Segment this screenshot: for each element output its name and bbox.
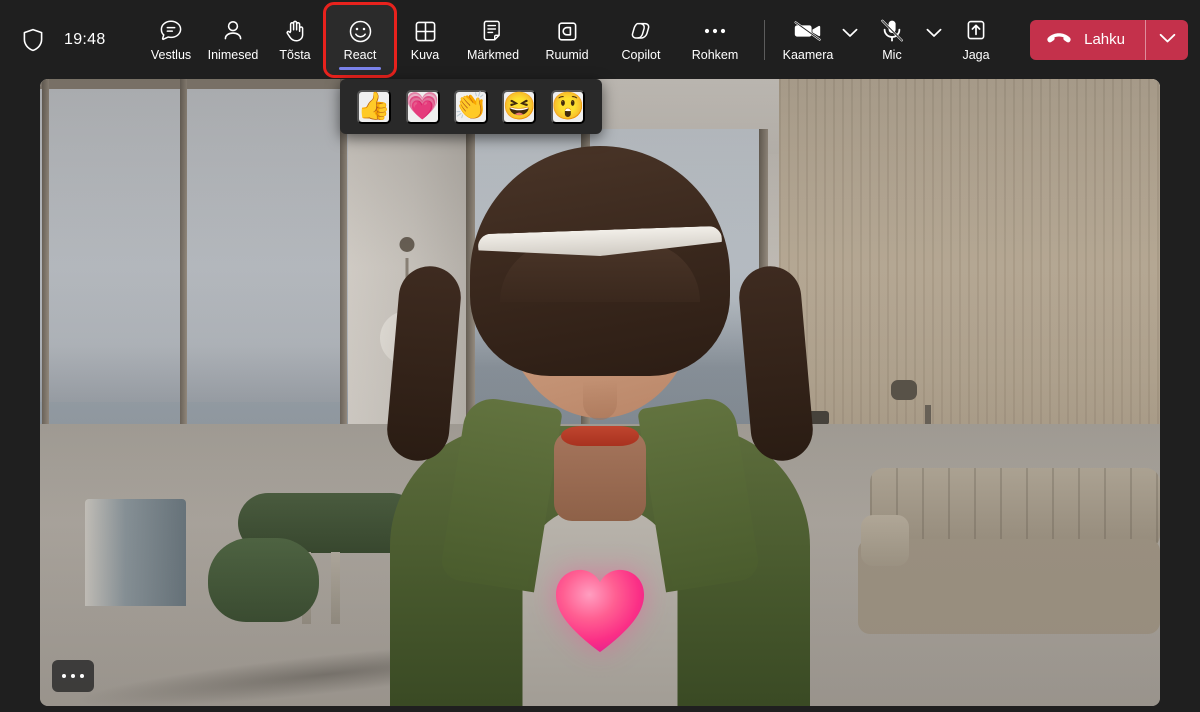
toolbar-button-chat[interactable]: Vestlus xyxy=(140,7,202,73)
toolbar-label-copilot: Copilot xyxy=(622,48,661,62)
chevron-down-icon xyxy=(1159,32,1176,47)
breakout-rooms-icon xyxy=(552,17,582,45)
participant-video-tile[interactable] xyxy=(40,79,1160,706)
leave-meeting-button[interactable]: Lahku xyxy=(1030,20,1145,60)
mic-control-group: Mic xyxy=(861,7,945,73)
reaction-applause[interactable]: 👏 xyxy=(454,90,488,124)
toolbar-label-more: Rohkem xyxy=(692,48,739,62)
avatar-nose xyxy=(583,380,617,420)
react-active-indicator xyxy=(339,67,381,70)
toolbar-button-raise-hand[interactable]: Tõsta xyxy=(264,7,326,73)
ellipsis-dot xyxy=(62,674,66,678)
toolbar-left-group: 19:48 xyxy=(0,28,140,52)
chat-bubble-icon xyxy=(156,17,186,45)
toolbar-button-rooms[interactable]: Ruumid xyxy=(530,7,604,73)
toolbar-button-view[interactable]: Kuva xyxy=(394,7,456,73)
raised-hand-icon xyxy=(280,17,310,45)
avatar-lips xyxy=(561,426,639,446)
share-screen-icon xyxy=(961,17,991,45)
toolbar-label-notes: Märkmed xyxy=(467,48,519,62)
avatar-hair-left xyxy=(385,264,464,464)
camera-off-icon xyxy=(793,17,823,45)
reactions-flyout: 👍 💗 👏 😆 😲 xyxy=(340,79,602,134)
reaction-thumbs-up[interactable]: 👍 xyxy=(357,90,391,124)
toolbar-label-mic: Mic xyxy=(882,48,901,62)
toolbar-label-share: Jaga xyxy=(962,48,989,62)
person-icon xyxy=(218,17,248,45)
meeting-toolbar: 19:48 Vestlus Inimesed xyxy=(0,0,1200,79)
chevron-down-icon xyxy=(842,26,858,41)
leave-meeting-label: Lahku xyxy=(1084,31,1125,48)
toolbar-label-people: Inimesed xyxy=(208,48,259,62)
toolbar-label-raise-hand: Tõsta xyxy=(279,48,310,62)
leave-meeting-control: Lahku xyxy=(1030,20,1188,60)
toolbar-label-react: React xyxy=(344,48,377,62)
toolbar-actions: Vestlus Inimesed Tõsta xyxy=(140,5,1007,75)
toolbar-button-share[interactable]: Jaga xyxy=(945,7,1007,73)
camera-options-chevron[interactable] xyxy=(839,7,861,73)
avatar-hair-right xyxy=(737,264,816,464)
grid-layout-icon xyxy=(410,17,440,45)
toolbar-label-chat: Vestlus xyxy=(151,48,191,62)
toolbar-right-group: Lahku xyxy=(1030,20,1200,60)
smiley-face-icon xyxy=(345,17,375,45)
avatar xyxy=(365,146,835,706)
active-heart-reaction xyxy=(552,566,648,656)
chevron-down-icon xyxy=(926,26,942,41)
toolbar-button-more[interactable]: Rohkem xyxy=(678,7,752,73)
reaction-surprise[interactable]: 😲 xyxy=(551,90,585,124)
tile-more-options-button[interactable] xyxy=(52,660,94,692)
notes-icon xyxy=(478,17,508,45)
toolbar-button-camera[interactable]: Kaamera xyxy=(777,7,839,73)
meeting-timer: 19:48 xyxy=(64,31,106,49)
ellipsis-dot xyxy=(80,674,84,678)
toolbar-button-mic[interactable]: Mic xyxy=(861,7,923,73)
toolbar-label-view: Kuva xyxy=(411,48,440,62)
toolbar-divider xyxy=(764,20,765,60)
reaction-heart[interactable]: 💗 xyxy=(406,90,440,124)
mic-off-icon xyxy=(877,17,907,45)
leave-options-chevron[interactable] xyxy=(1146,20,1188,60)
camera-control-group: Kaamera xyxy=(777,7,861,73)
shield-icon xyxy=(22,28,44,52)
mic-options-chevron[interactable] xyxy=(923,7,945,73)
toolbar-button-people[interactable]: Inimesed xyxy=(202,7,264,73)
ellipsis-dot xyxy=(71,674,75,678)
toolbar-label-camera: Kaamera xyxy=(783,48,834,62)
copilot-icon xyxy=(626,17,656,45)
toolbar-button-notes[interactable]: Märkmed xyxy=(456,7,530,73)
hang-up-icon xyxy=(1046,31,1072,49)
reaction-laugh[interactable]: 😆 xyxy=(502,90,536,124)
meeting-stage xyxy=(0,79,1200,712)
toolbar-button-copilot[interactable]: Copilot xyxy=(604,7,678,73)
ellipsis-icon xyxy=(700,17,730,45)
toolbar-button-react[interactable]: React xyxy=(326,5,394,75)
toolbar-label-rooms: Ruumid xyxy=(545,48,588,62)
